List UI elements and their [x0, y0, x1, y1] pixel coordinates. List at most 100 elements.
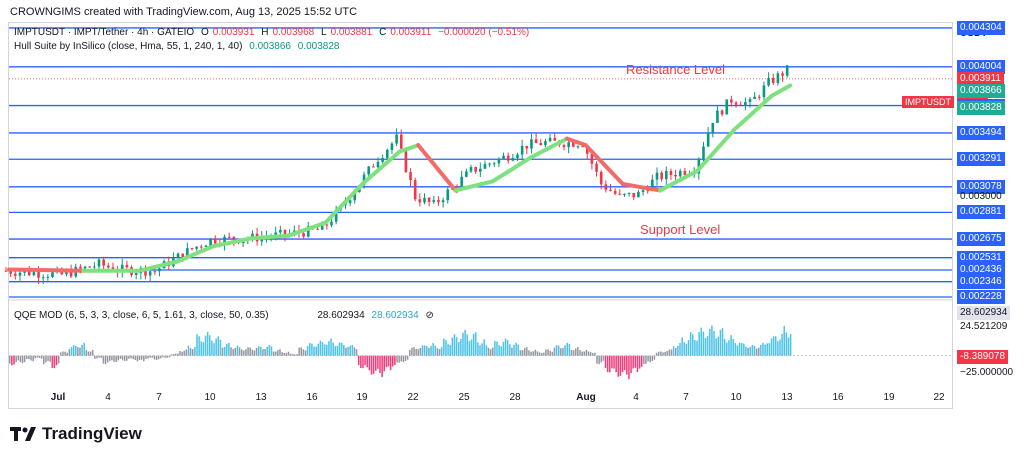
qqe-bar: [415, 348, 417, 356]
qqe-bar: [736, 345, 739, 356]
candle-body: [469, 166, 473, 172]
candle-body: [539, 143, 543, 146]
qqe-bar: [436, 348, 439, 356]
qqe-bar: [240, 349, 243, 356]
qqe-bar: [453, 334, 456, 356]
qqe-bar: [177, 353, 179, 356]
qqe-bar: [732, 339, 734, 356]
qqe-bar: [294, 354, 296, 356]
qqe-bar: [204, 335, 207, 356]
candle-body: [623, 193, 626, 195]
qqe-bar: [243, 350, 245, 356]
qqe-bar: [713, 330, 715, 356]
qqe-bar: [600, 355, 603, 363]
candle-body: [711, 122, 715, 133]
qqe-bar: [783, 325, 786, 356]
qqe-bar: [13, 355, 15, 365]
x-tick-label: 22: [407, 392, 419, 403]
qqe-bar: [577, 347, 579, 356]
qqe-bar: [266, 346, 268, 356]
qqe-bar: [302, 349, 305, 356]
qqe-bar: [615, 355, 617, 373]
qqe-bar: [438, 349, 441, 356]
qqe-bar: [540, 353, 543, 356]
candle-body: [423, 197, 426, 203]
qqe-bar: [149, 355, 151, 358]
qqe-bar: [326, 344, 328, 356]
qqe-bar: [317, 343, 320, 356]
qqe-bar: [362, 355, 364, 369]
qqe-bar: [28, 355, 30, 360]
qqe-bar: [655, 352, 658, 356]
qqe-bar: [547, 349, 549, 356]
candle-body: [386, 149, 389, 159]
qqe-bar: [151, 355, 154, 358]
qqe-bar: [698, 332, 700, 356]
qqe-bar: [487, 347, 490, 356]
qqe-bar: [36, 355, 39, 358]
qqe-bar: [498, 345, 500, 356]
qqe-bar: [211, 340, 213, 356]
qqe-bar: [711, 325, 713, 356]
qqe-bar: [672, 346, 675, 356]
candle-body: [748, 98, 752, 103]
qqe-bar: [657, 351, 660, 356]
qqe-bar: [213, 343, 215, 356]
qqe-bar: [206, 332, 209, 356]
qqe-bar: [419, 347, 422, 356]
qqe-bar: [347, 346, 349, 356]
eye-off-icon: ⊘: [425, 310, 434, 321]
qqe-bar: [287, 351, 290, 356]
candle-body: [367, 166, 370, 175]
price-label-3: 0.003494: [957, 125, 1005, 140]
hull-segment: [583, 143, 625, 186]
high-value: 0.003968: [272, 27, 315, 38]
chart-svg[interactable]: [0, 0, 1024, 456]
qqe-bar: [413, 347, 415, 356]
candle-body: [716, 110, 719, 123]
brand-name: TradingView: [42, 424, 142, 443]
candle-body: [195, 246, 198, 249]
candle-body: [771, 78, 775, 84]
candle-body: [678, 170, 682, 177]
qqe-bar: [417, 349, 420, 356]
qqe-bar: [83, 342, 85, 356]
qqe-bar: [17, 355, 20, 361]
candle-body: [567, 142, 570, 148]
qqe-bar: [715, 338, 717, 356]
qqe-bar: [489, 349, 492, 356]
candle-body: [613, 190, 617, 194]
qqe-bar: [274, 351, 277, 356]
qqe-bar: [687, 340, 690, 356]
qqe-bar: [336, 345, 339, 356]
x-tick-label: 25: [458, 392, 470, 403]
candle-body: [604, 184, 608, 190]
candle-body: [4, 270, 8, 272]
qqe-bar: [268, 344, 271, 356]
qqe-bar: [664, 351, 666, 356]
qqe-bar: [723, 338, 726, 356]
qqe-bar: [300, 347, 303, 356]
qqe-bar: [123, 355, 126, 361]
qqe-bar: [379, 355, 381, 373]
candle-body: [302, 233, 305, 237]
candle-body: [97, 259, 101, 267]
qqe-bar: [534, 349, 537, 356]
candle-body: [632, 192, 636, 198]
candle-body: [227, 236, 231, 238]
qqe-bar: [787, 337, 790, 356]
qqe-bar: [585, 349, 588, 356]
qqe-bar: [755, 348, 758, 356]
qqe-bar: [109, 355, 111, 361]
qqe-bar: [189, 348, 192, 356]
candle-body: [758, 96, 761, 98]
qqe-bar: [321, 342, 324, 356]
qqe-bar: [770, 338, 773, 356]
qqe-bar: [345, 347, 347, 356]
qqe-bar: [745, 346, 747, 356]
candle-body: [41, 277, 45, 279]
candle-body: [409, 172, 412, 181]
low-value: 0.003881: [330, 27, 373, 38]
candle-body: [37, 272, 40, 278]
candle-body: [655, 172, 659, 180]
